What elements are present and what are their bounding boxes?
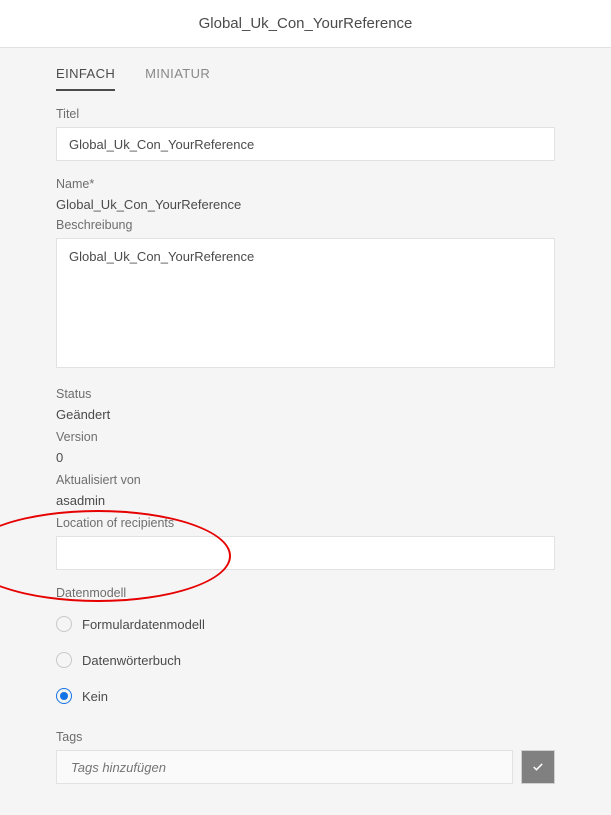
radio-icon [56, 652, 72, 668]
aktualisiert-von-label: Aktualisiert von [56, 473, 555, 487]
radio-icon [56, 616, 72, 632]
radio-label: Formulardatenmodell [82, 617, 205, 632]
aktualisiert-von-value: asadmin [56, 493, 555, 508]
titel-input[interactable] [56, 127, 555, 161]
datenmodell-label: Datenmodell [56, 586, 555, 600]
name-label: Name* [56, 177, 555, 191]
location-of-recipients-input[interactable] [56, 536, 555, 570]
version-label: Version [56, 430, 555, 444]
tags-input[interactable] [69, 759, 500, 776]
radio-label: Kein [82, 689, 108, 704]
titel-label: Titel [56, 107, 555, 121]
status-label: Status [56, 387, 555, 401]
version-value: 0 [56, 450, 555, 465]
beschreibung-label: Beschreibung [56, 218, 555, 232]
beschreibung-textarea[interactable] [56, 238, 555, 368]
tags-confirm-button[interactable] [521, 750, 555, 784]
radio-label: Datenwörterbuch [82, 653, 181, 668]
check-icon [531, 760, 545, 774]
tags-label: Tags [56, 730, 555, 744]
name-value: Global_Uk_Con_YourReference [56, 197, 555, 212]
radio-icon [56, 688, 72, 704]
radio-datenwoerterbuch[interactable]: Datenwörterbuch [56, 642, 555, 678]
radio-formulardatenmodell[interactable]: Formulardatenmodell [56, 606, 555, 642]
page-title: Global_Uk_Con_YourReference [0, 0, 611, 48]
location-of-recipients-label: Location of recipients [56, 516, 555, 530]
radio-kein[interactable]: Kein [56, 678, 555, 714]
tab-einfach[interactable]: EINFACH [56, 66, 115, 91]
tab-miniatur[interactable]: MINIATUR [145, 66, 210, 91]
tags-input-wrap[interactable] [56, 750, 513, 784]
status-value: Geändert [56, 407, 555, 422]
datenmodell-radio-group: Formulardatenmodell Datenwörterbuch Kein [56, 606, 555, 714]
tab-bar: EINFACH MINIATUR [56, 48, 555, 91]
